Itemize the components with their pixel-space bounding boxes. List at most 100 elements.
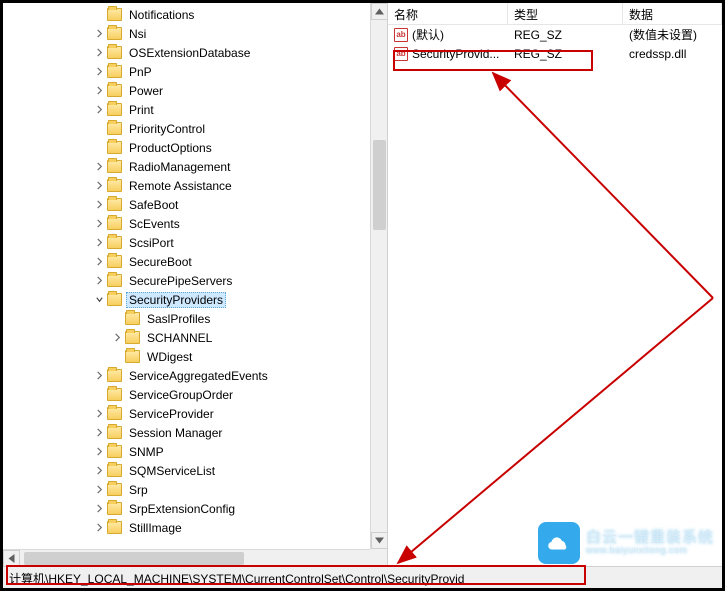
tree-item[interactable]: ServiceAggregatedEvents (3, 366, 370, 385)
chevron-right-icon[interactable] (93, 218, 105, 230)
folder-icon (107, 464, 122, 477)
chevron-right-icon[interactable] (93, 237, 105, 249)
folder-icon (107, 103, 122, 116)
tree-item[interactable]: Srp (3, 480, 370, 499)
tree-item[interactable]: Notifications (3, 5, 370, 24)
chevron-right-icon[interactable] (93, 484, 105, 496)
tree-item[interactable]: Print (3, 100, 370, 119)
chevron-right-icon[interactable] (93, 465, 105, 477)
chevron-right-icon[interactable] (93, 28, 105, 40)
list-row[interactable]: ab(默认)REG_SZ(数值未设置) (388, 25, 722, 44)
tree-item[interactable]: ScsiPort (3, 233, 370, 252)
scroll-down-button[interactable] (371, 532, 388, 549)
chevron-right-icon[interactable] (93, 47, 105, 59)
chevron-right-icon[interactable] (93, 522, 105, 534)
chevron-right-icon[interactable] (93, 370, 105, 382)
tree-scroll-area[interactable]: NotificationsNsi OSExtensionDatabase PnP Po… (3, 3, 370, 549)
chevron-right-icon[interactable] (93, 275, 105, 287)
tree-item[interactable]: SCHANNEL (3, 328, 370, 347)
tree-item-label: Power (126, 83, 166, 99)
value-data: (数值未设置) (623, 25, 722, 44)
hscroll-track[interactable] (20, 550, 370, 567)
expander-placeholder (93, 142, 105, 154)
tree-item[interactable]: StillImage (3, 518, 370, 537)
scroll-up-button[interactable] (371, 3, 388, 20)
chevron-right-icon[interactable] (93, 161, 105, 173)
tree-item[interactable]: OSExtensionDatabase (3, 43, 370, 62)
scroll-corner (370, 549, 387, 566)
tree-item[interactable]: SQMServiceList (3, 461, 370, 480)
tree-item-label: SecurePipeServers (126, 273, 235, 289)
string-value-icon: ab (394, 28, 408, 42)
list-header[interactable]: 名称 类型 数据 (388, 3, 722, 25)
chevron-down-icon[interactable] (93, 294, 105, 306)
tree-item[interactable]: RadioManagement (3, 157, 370, 176)
tree-item[interactable]: SNMP (3, 442, 370, 461)
tree-item[interactable]: Remote Assistance (3, 176, 370, 195)
tree-item[interactable]: ScEvents (3, 214, 370, 233)
tree-item-label: PnP (126, 64, 155, 80)
chevron-right-icon[interactable] (93, 180, 105, 192)
tree-item-label: SCHANNEL (144, 330, 215, 346)
tree-item[interactable]: ServiceProvider (3, 404, 370, 423)
tree-horizontal-scrollbar[interactable] (3, 549, 387, 566)
tree-item-label: ProductOptions (126, 140, 215, 156)
tree-item-label: SrpExtensionConfig (126, 501, 238, 517)
tree-item-label: SecurityProviders (126, 292, 226, 308)
folder-icon (107, 65, 122, 78)
tree-item[interactable]: ServiceGroupOrder (3, 385, 370, 404)
chevron-right-icon[interactable] (111, 332, 123, 344)
expander-placeholder (111, 351, 123, 363)
tree-item-label: PriorityControl (126, 121, 208, 137)
column-header-data[interactable]: 数据 (623, 3, 722, 24)
folder-icon (107, 445, 122, 458)
tree-item[interactable]: SaslProfiles (3, 309, 370, 328)
tree-item-label: OSExtensionDatabase (126, 45, 253, 61)
tree-item[interactable]: PriorityControl (3, 119, 370, 138)
chevron-right-icon[interactable] (93, 427, 105, 439)
scroll-left-button[interactable] (3, 550, 20, 567)
column-header-name[interactable]: 名称 (388, 3, 508, 24)
folder-icon (107, 160, 122, 173)
tree-item[interactable]: SecurePipeServers (3, 271, 370, 290)
folder-icon (107, 141, 122, 154)
folder-icon (107, 8, 122, 21)
tree-item[interactable]: SecureBoot (3, 252, 370, 271)
tree-item[interactable]: Nsi (3, 24, 370, 43)
tree-item[interactable]: PnP (3, 62, 370, 81)
folder-icon (107, 293, 122, 306)
chevron-right-icon[interactable] (93, 503, 105, 515)
expander-placeholder (111, 313, 123, 325)
tree-vertical-scrollbar[interactable] (370, 3, 387, 549)
chevron-right-icon[interactable] (93, 104, 105, 116)
list-row[interactable]: abSecurityProvid...REG_SZcredssp.dll (388, 44, 722, 63)
tree-item-label: SaslProfiles (144, 311, 213, 327)
chevron-right-icon[interactable] (93, 199, 105, 211)
chevron-right-icon[interactable] (93, 446, 105, 458)
hscroll-thumb[interactable] (24, 552, 244, 565)
chevron-right-icon[interactable] (93, 256, 105, 268)
tree-item[interactable]: WDigest (3, 347, 370, 366)
tree-item-label: Notifications (126, 7, 197, 23)
folder-icon (107, 502, 122, 515)
expander-placeholder (93, 123, 105, 135)
tree-item[interactable]: SecurityProviders (3, 290, 370, 309)
vscroll-track[interactable] (371, 20, 388, 532)
chevron-right-icon[interactable] (93, 66, 105, 78)
value-type: REG_SZ (508, 46, 623, 62)
tree-item[interactable]: SafeBoot (3, 195, 370, 214)
tree-item-label: ScsiPort (126, 235, 177, 251)
tree-item[interactable]: ProductOptions (3, 138, 370, 157)
column-header-type[interactable]: 类型 (508, 3, 623, 24)
chevron-right-icon[interactable] (93, 408, 105, 420)
folder-icon (107, 407, 122, 420)
folder-icon (107, 122, 122, 135)
tree-item[interactable]: SrpExtensionConfig (3, 499, 370, 518)
tree-item[interactable]: Session Manager (3, 423, 370, 442)
vscroll-thumb[interactable] (373, 140, 386, 230)
tree-item-label: ServiceGroupOrder (126, 387, 236, 403)
tree-item-label: Session Manager (126, 425, 225, 441)
chevron-right-icon[interactable] (93, 85, 105, 97)
value-name: (默认) (412, 26, 444, 43)
tree-item[interactable]: Power (3, 81, 370, 100)
